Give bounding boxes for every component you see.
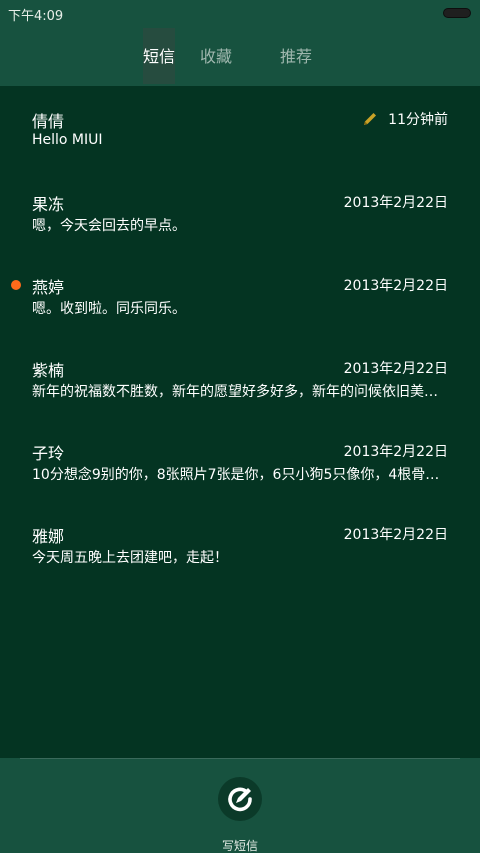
compose-label: 写短信	[221, 839, 258, 853]
conversation-item-yanting[interactable]: 燕婷 2013年2月22日 嗯。收到啦。同乐同乐。	[0, 252, 480, 334]
sms-screen: 下午4:09 短信 收藏 推荐 倩倩 11分钟前 Hello MIUI 果冻 2…	[0, 0, 480, 853]
message-date: 2013年2月22日	[343, 361, 448, 377]
bottom-divider	[20, 758, 460, 759]
contact-name: 果冻	[32, 195, 65, 214]
contact-name: 倩倩	[32, 112, 65, 131]
message-date: 2013年2月22日	[343, 278, 448, 294]
contact-name: 雅娜	[32, 527, 65, 546]
tab-favorites[interactable]: 收藏	[199, 28, 233, 84]
message-preview: Hello MIUI	[32, 132, 103, 148]
tab-recommended[interactable]: 推荐	[279, 28, 313, 84]
message-preview: 嗯，今天会回去的早点。	[32, 218, 186, 234]
contact-name: 紫楠	[32, 361, 65, 380]
tab-favorites-label: 收藏	[199, 47, 232, 66]
message-preview: 新年的祝福数不胜数，新年的愿望好多好多，新年的问候依旧美好…	[32, 384, 448, 400]
conversation-item-ziling[interactable]: 子玲 2013年2月22日 10分想念9别的你，8张照片7张是你，6只小狗5只像…	[0, 418, 480, 500]
message-date: 2013年2月22日	[343, 195, 448, 211]
header: 下午4:09 短信 收藏 推荐	[0, 0, 480, 86]
message-preview: 10分想念9别的你，8张照片7张是你，6只小狗5只像你，4根骨头…	[32, 467, 448, 483]
conversation-item-zinan[interactable]: 紫楠 2013年2月22日 新年的祝福数不胜数，新年的愿望好多好多，新年的问候依…	[0, 335, 480, 417]
message-date: 2013年2月22日	[343, 527, 448, 543]
message-date-text: 11分钟前	[388, 112, 448, 128]
conversation-item-qianqian[interactable]: 倩倩 11分钟前 Hello MIUI	[0, 86, 480, 168]
message-preview: 今天周五晚上去团建吧，走起！	[32, 550, 228, 566]
tab-sms-label: 短信	[143, 47, 176, 66]
compose-button[interactable]	[218, 777, 262, 821]
draft-pencil-icon	[364, 113, 377, 125]
message-date: 2013年2月22日	[343, 444, 448, 460]
status-time: 下午4:09	[8, 9, 64, 24]
unread-dot-icon	[11, 280, 21, 290]
message-date: 11分钟前	[362, 109, 448, 129]
tab-sms[interactable]: 短信	[143, 28, 175, 84]
compose-icon	[228, 787, 252, 812]
conversation-item-yana[interactable]: 雅娜 2013年2月22日 今天周五晚上去团建吧，走起！	[0, 501, 480, 583]
contact-name: 子玲	[32, 444, 65, 463]
tab-recommended-label: 推荐	[279, 47, 312, 66]
contact-name: 燕婷	[32, 278, 65, 297]
bottom-bar: 写短信	[0, 758, 480, 853]
conversation-list: 倩倩 11分钟前 Hello MIUI 果冻 2013年2月22日 嗯，今天会回…	[0, 86, 480, 758]
battery-icon	[443, 8, 471, 18]
message-preview: 嗯。收到啦。同乐同乐。	[32, 301, 186, 317]
conversation-item-guodong[interactable]: 果冻 2013年2月22日 嗯，今天会回去的早点。	[0, 169, 480, 251]
